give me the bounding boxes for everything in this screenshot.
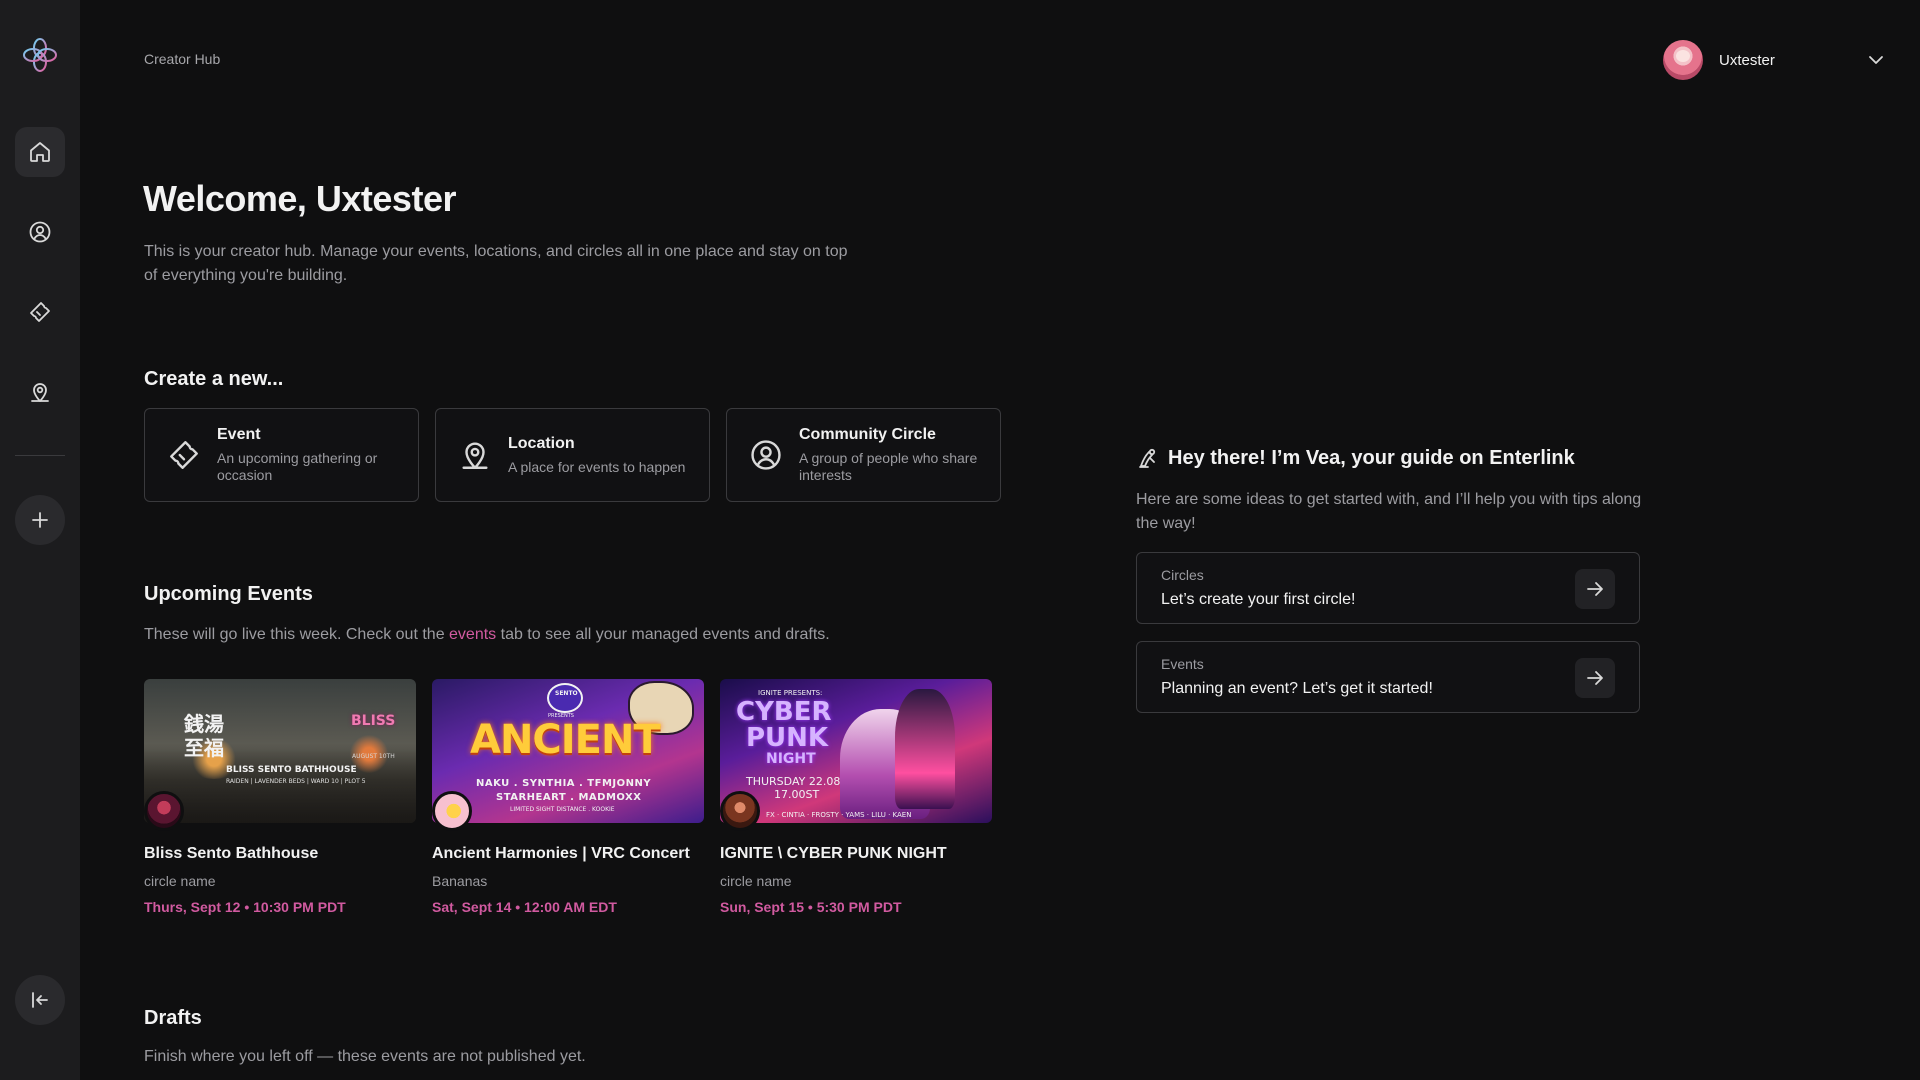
breadcrumb: Creator Hub: [144, 51, 221, 67]
event-image-text: FX · CINTIA · FROSTY · YAMS · LILU · KAE…: [766, 811, 912, 819]
collapse-sidebar-button[interactable]: [15, 975, 65, 1025]
create-new-button[interactable]: [15, 495, 65, 545]
upcoming-desc-text: These will go live this week. Check out …: [144, 626, 450, 643]
event-image-text: SENTO: [555, 690, 578, 697]
create-card-desc: A group of people who share interests: [799, 450, 978, 483]
event-image-text: BLISS SENTO BATHHOUSE: [226, 765, 357, 775]
create-card-title: Event: [217, 426, 261, 443]
chevron-down-icon: [1869, 56, 1883, 64]
avatar: [144, 791, 184, 831]
location-pin-icon: [31, 383, 49, 402]
event-name: Bliss Sento Bathhouse: [144, 845, 319, 862]
user-name: Uxtester: [1719, 51, 1775, 69]
collapse-left-icon: [32, 992, 48, 1008]
event-image-text: IGNITE PRESENTS:: [758, 689, 823, 697]
enterlink-logo-icon[interactable]: [20, 35, 60, 75]
guide-title: Hey there! I’m Vea, your guide on Enterl…: [1136, 446, 1575, 470]
page-subtitle: This is your creator hub. Manage your ev…: [144, 243, 848, 284]
event-image-text: RAIDEN | LAVENDER BEDS | WARD 10 | PLOT …: [226, 778, 366, 785]
home-icon: [30, 142, 50, 162]
event-card-cyberpunk[interactable]: IGNITE PRESENTS: CYBER PUNK NIGHT THURSD…: [720, 679, 992, 915]
drafts-desc: Finish where you left off — these events…: [144, 1048, 586, 1065]
upcoming-desc: These will go live this week. Check out …: [144, 626, 830, 644]
event-name: IGNITE \ CYBER PUNK NIGHT: [720, 845, 947, 862]
event-image-text: 至福: [184, 736, 224, 760]
page-title: Welcome, Uxtester: [143, 178, 456, 219]
nav-events-button[interactable]: [15, 287, 65, 337]
event-image-text: BLISS: [351, 713, 396, 729]
arrow-right-icon: [1587, 671, 1603, 685]
guide-desc: Here are some ideas to get started with,…: [1136, 491, 1642, 532]
guide-card-arrow-button[interactable]: [1575, 569, 1615, 609]
avatar: [1663, 40, 1703, 80]
nav-circles-button[interactable]: [15, 207, 65, 257]
nav-locations-button[interactable]: [15, 367, 65, 417]
event-name: Ancient Harmonies | VRC Concert: [432, 845, 690, 862]
event-card-ancient[interactable]: SENTO PRESENTS ANCIENT NAKU . SYNTHIA . …: [432, 679, 704, 915]
upcoming-desc-text: tab to see all your managed events and d…: [496, 626, 830, 643]
create-heading: Create a new...: [144, 368, 284, 390]
event-image-text: ANCIENT: [470, 717, 661, 763]
sidebar-divider: [15, 455, 65, 456]
nav-home-button[interactable]: [15, 127, 65, 177]
guide-card-text: Let’s create your first circle!: [1161, 591, 1356, 608]
guide-card-events[interactable]: Events Planning an event? Let’s get it s…: [1136, 641, 1640, 713]
guide-title-text: Hey there! I’m Vea, your guide on Enterl…: [1168, 446, 1575, 469]
event-image: 銭湯 至福 BLISS BLISS SENTO BATHHOUSE AUGUST…: [144, 679, 416, 823]
event-image-text: NIGHT: [766, 751, 816, 767]
event-image-text: 17.00ST: [774, 788, 820, 801]
event-image-text: PUNK: [746, 723, 829, 753]
create-circle-card[interactable]: Community Circle A group of people who s…: [726, 408, 1001, 502]
create-card-title: Location: [508, 434, 575, 452]
create-card-desc: An upcoming gathering or occasion: [217, 450, 378, 483]
drafts-heading: Drafts: [144, 1007, 202, 1029]
create-card-title: Community Circle: [799, 426, 936, 443]
event-circle-name: circle name: [144, 873, 216, 889]
ticket-icon: [30, 302, 50, 322]
event-image: SENTO PRESENTS ANCIENT NAKU . SYNTHIA . …: [432, 679, 704, 823]
guide-card-arrow-button[interactable]: [1575, 658, 1615, 698]
event-card-bliss[interactable]: 銭湯 至福 BLISS BLISS SENTO BATHHOUSE AUGUST…: [144, 679, 416, 915]
guide-bot-icon: [1139, 448, 1156, 468]
sidebar: [0, 0, 80, 1080]
event-image-text: STARHEART . MADMOXX: [496, 792, 642, 803]
create-card-desc: A place for events to happen: [508, 458, 686, 475]
event-date: Sun, Sept 15 • 5:30 PM PDT: [720, 899, 902, 915]
event-image-text: LIMITED SIGHT DISTANCE . KOOKIE: [510, 806, 615, 813]
event-image-text: AUGUST 10TH: [352, 753, 395, 760]
plus-icon: [32, 512, 48, 528]
location-pin-icon: [462, 442, 488, 469]
event-circle-name: Bananas: [432, 873, 488, 889]
guide-card-label: Events: [1161, 656, 1204, 672]
guide-card-text: Planning an event? Let’s get it started!: [1161, 680, 1433, 697]
upcoming-heading: Upcoming Events: [144, 583, 313, 605]
guide-card-circles[interactable]: Circles Let’s create your first circle!: [1136, 552, 1640, 624]
avatar: [432, 791, 472, 831]
event-image: IGNITE PRESENTS: CYBER PUNK NIGHT THURSD…: [720, 679, 992, 823]
arrow-right-icon: [1587, 582, 1603, 596]
guide-card-label: Circles: [1161, 567, 1204, 583]
person-circle-icon: [29, 221, 51, 243]
ticket-icon: [170, 441, 198, 469]
create-event-card[interactable]: Event An upcoming gathering or occasion: [144, 408, 419, 502]
person-circle-icon: [751, 440, 781, 470]
avatar: [720, 791, 760, 831]
event-date: Thurs, Sept 12 • 10:30 PM PDT: [144, 899, 346, 915]
create-location-card[interactable]: Location A place for events to happen: [435, 408, 710, 502]
event-image-text: CYBER: [736, 697, 832, 727]
event-image-text: THURSDAY 22.08: [746, 775, 841, 788]
events-tab-link[interactable]: events: [449, 626, 496, 643]
event-image-text: 銭湯: [184, 712, 224, 736]
user-menu-button[interactable]: Uxtester: [1663, 39, 1888, 81]
event-date: Sat, Sept 14 • 12:00 AM EDT: [432, 899, 617, 915]
event-image-text: NAKU . SYNTHIA . TFMJONNY: [476, 778, 652, 789]
event-circle-name: circle name: [720, 873, 792, 889]
